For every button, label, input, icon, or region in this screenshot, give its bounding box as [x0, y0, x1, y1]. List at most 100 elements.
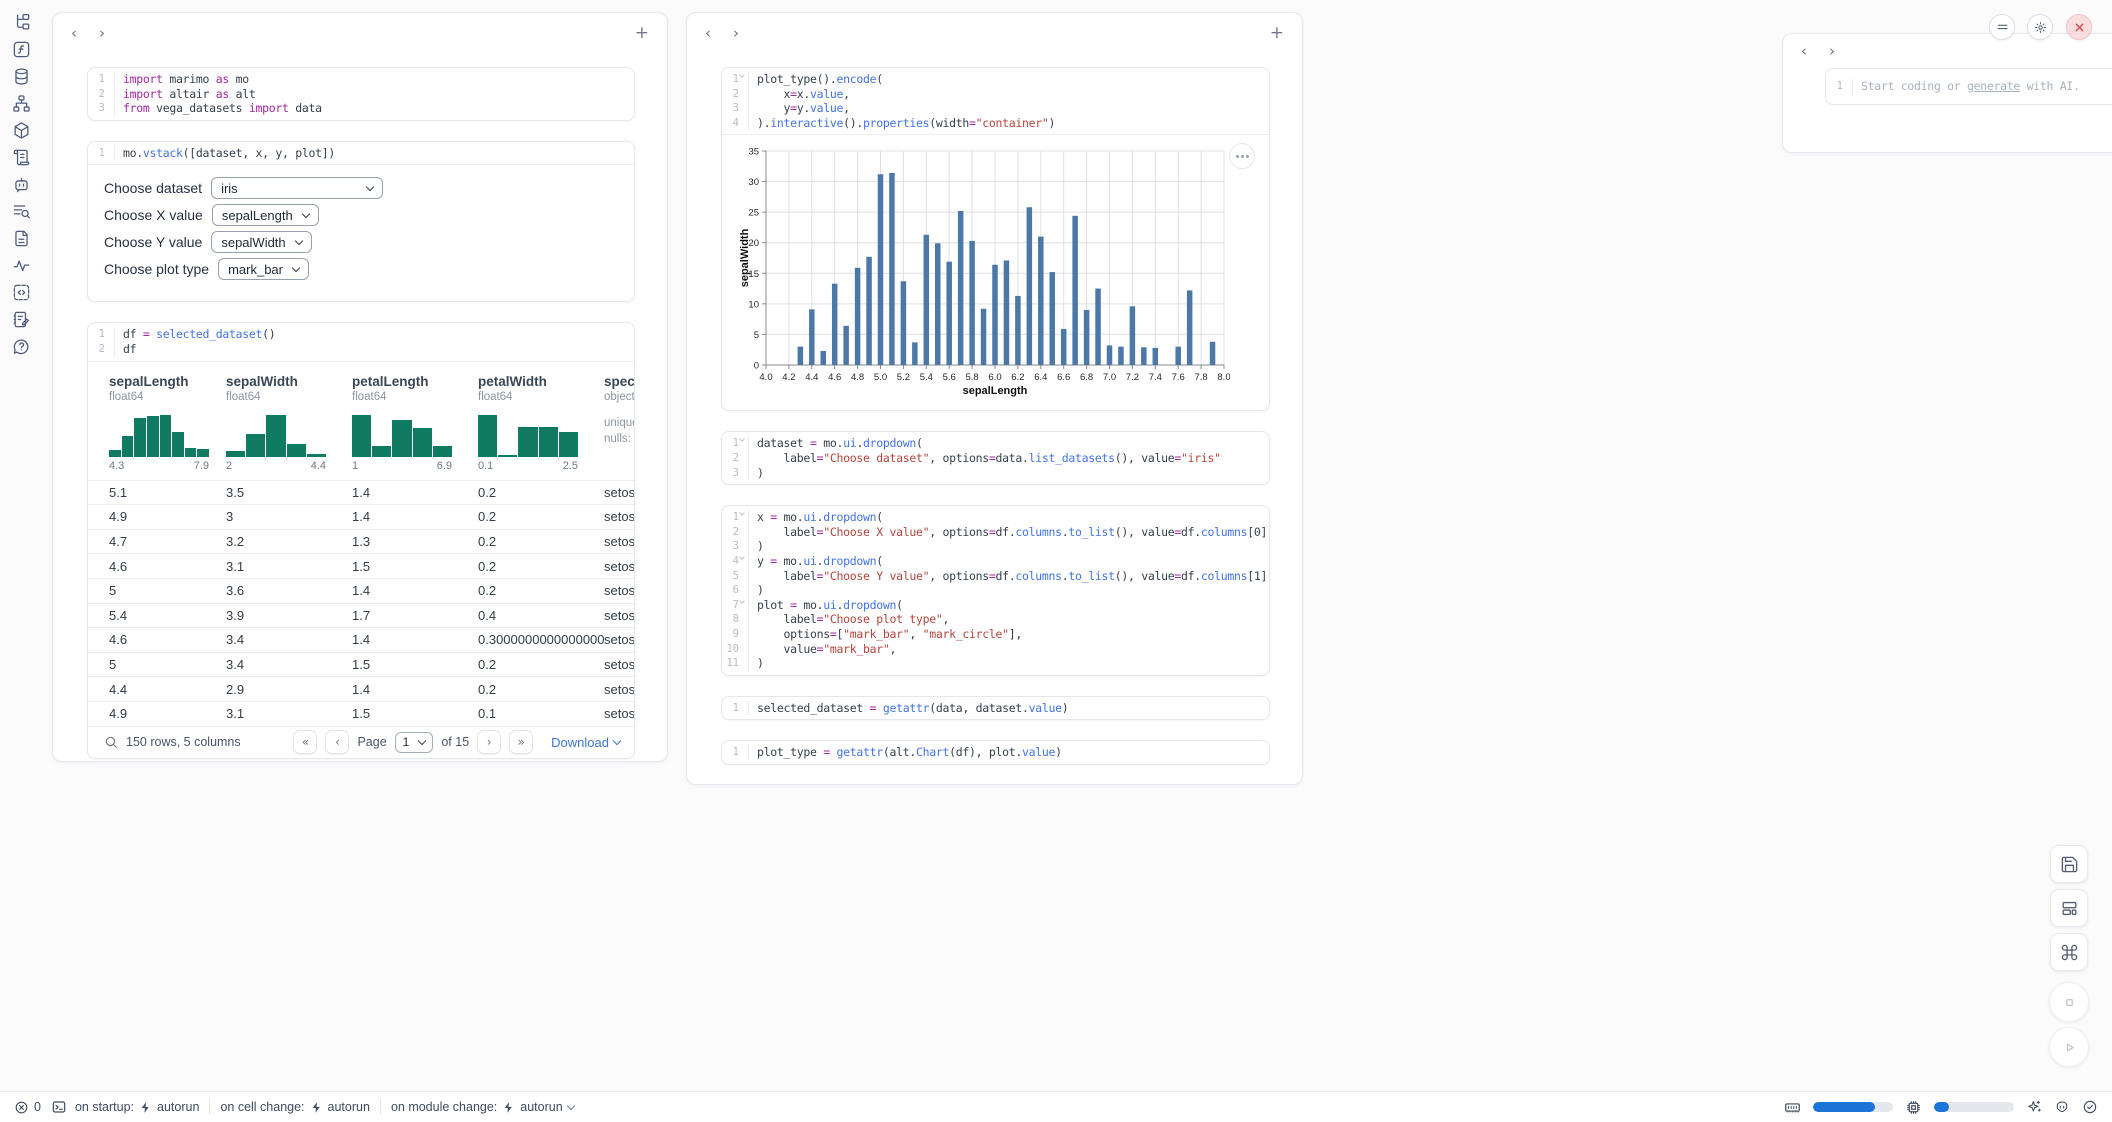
- copilot-button[interactable]: [2054, 1099, 2070, 1115]
- table-row[interactable]: 53.41.50.2setosa: [88, 652, 634, 677]
- circle-x-icon: [14, 1100, 29, 1115]
- table-row[interactable]: 5.13.51.40.2setosa: [88, 480, 634, 505]
- code-cell-selected-dataset[interactable]: 1selected_dataset = getattr(data, datase…: [721, 696, 1270, 721]
- table-row[interactable]: 53.61.40.2setosa: [88, 578, 634, 603]
- table-row[interactable]: 4.42.91.40.2setosa: [88, 676, 634, 701]
- code-cell-vstack[interactable]: 1mo.vstack([dataset, x, y, plot]) Choose…: [87, 141, 635, 303]
- connection-status-button[interactable]: [2082, 1099, 2098, 1115]
- next-page-button[interactable]: ›: [477, 730, 501, 754]
- chat-button[interactable]: [12, 175, 32, 194]
- code-cell-imports[interactable]: 123import marimo as moimport altair as a…: [87, 67, 635, 121]
- package-icon: [12, 121, 31, 140]
- datasources-button[interactable]: [12, 67, 32, 86]
- column-1-header: ‹ › +: [53, 13, 667, 53]
- collapse-chevron-icon: [739, 598, 745, 604]
- svg-text:25: 25: [748, 208, 759, 219]
- table-row[interactable]: 4.63.11.50.2setosa: [88, 553, 634, 578]
- logs-button[interactable]: [12, 148, 32, 167]
- last-page-button[interactable]: »: [509, 730, 533, 754]
- y-value-select[interactable]: sepalWidth: [211, 231, 311, 253]
- code-editor[interactable]: plot_type = getattr(alt.Chart(df), plot.…: [749, 745, 1269, 760]
- code-cell-xy-plot-dropdowns[interactable]: 1234567891011x = mo.ui.dropdown( label="…: [721, 505, 1270, 676]
- files-button[interactable]: [12, 13, 32, 32]
- code-cell-dataframe[interactable]: 12df = selected_dataset()df sepalLengthf…: [87, 322, 635, 758]
- functions-button[interactable]: [12, 40, 32, 59]
- code-cell-plot[interactable]: 1234plot_type().encode( x=x.value, y=y.v…: [721, 67, 1270, 411]
- dependencies-button[interactable]: [12, 94, 32, 113]
- lightning-bolt-icon: [139, 1101, 152, 1114]
- chevron-right-icon[interactable]: ›: [97, 26, 107, 41]
- save-button[interactable]: [2050, 845, 2088, 883]
- column-header-sepalWidth[interactable]: sepalWidthfloat6424.4: [226, 374, 352, 472]
- chevron-left-icon[interactable]: ‹: [1799, 44, 1809, 59]
- code-editor[interactable]: import marimo as moimport altair as altf…: [115, 72, 634, 116]
- page-select[interactable]: 1: [395, 732, 434, 753]
- on-cell-change-setting[interactable]: on cell change: autorun: [220, 1100, 370, 1114]
- column-header-species[interactable]: speciesobjectunique:nulls:: [604, 374, 635, 472]
- code-editor[interactable]: plot_type().encode( x=x.value, y=y.value…: [749, 72, 1269, 130]
- ai-assist-button[interactable]: [2026, 1099, 2042, 1115]
- code-editor[interactable]: dataset = mo.ui.dropdown( label="Choose …: [749, 436, 1269, 480]
- table-row[interactable]: 4.73.21.30.2setosa: [88, 529, 634, 554]
- packages-button[interactable]: [12, 121, 32, 140]
- code-editor[interactable]: mo.vstack([dataset, x, y, plot]): [115, 146, 634, 161]
- plot-type-select[interactable]: mark_bar: [218, 258, 309, 280]
- svg-text:0: 0: [754, 361, 759, 372]
- first-page-button[interactable]: «: [293, 730, 317, 754]
- scratchpad-button[interactable]: [12, 310, 32, 329]
- run-button[interactable]: [2049, 1027, 2089, 1067]
- code-cell-dataset-dropdown[interactable]: 123dataset = mo.ui.dropdown( label="Choo…: [721, 431, 1270, 485]
- tracing-button[interactable]: [12, 256, 32, 275]
- search-icon[interactable]: [104, 735, 118, 749]
- code-editor[interactable]: selected_dataset = getattr(data, dataset…: [749, 701, 1269, 716]
- add-cell-button[interactable]: +: [633, 25, 651, 42]
- column-header-sepalLength[interactable]: sepalLengthfloat644.37.9: [109, 374, 226, 472]
- table-row[interactable]: 4.931.40.2setosa: [88, 504, 634, 529]
- documentation-button[interactable]: [12, 202, 32, 221]
- code-cell-plot-type[interactable]: 1plot_type = getattr(alt.Chart(df), plot…: [721, 740, 1270, 765]
- error-indicator[interactable]: 0: [14, 1100, 41, 1115]
- on-module-change-label: on module change:: [391, 1100, 497, 1114]
- keyboard-shortcuts-button[interactable]: [2050, 933, 2088, 971]
- help-button[interactable]: [12, 337, 32, 356]
- shutdown-button[interactable]: [2066, 14, 2092, 40]
- outputs-button[interactable]: [12, 283, 32, 302]
- bar-chart[interactable]: 4.04.24.44.64.85.05.25.45.65.86.06.26.46…: [738, 143, 1261, 404]
- add-cell-button[interactable]: +: [1268, 25, 1286, 42]
- chevron-left-icon[interactable]: ‹: [703, 26, 713, 41]
- table-row[interactable]: 4.63.41.40.30000000000000004setosa: [88, 627, 634, 652]
- logs-scroll-icon: [12, 148, 31, 167]
- empty-code-cell[interactable]: 1Start coding or generate with AI.: [1825, 68, 2112, 105]
- on-startup-setting[interactable]: on startup: autorun: [75, 1100, 199, 1114]
- settings-button[interactable]: [2027, 14, 2053, 40]
- x-value-select[interactable]: sepalLength: [212, 204, 319, 226]
- collapse-chevron-icon: [739, 72, 745, 78]
- cpu-usage-meter: [1934, 1102, 2014, 1112]
- chevron-left-icon[interactable]: ‹: [69, 26, 79, 41]
- page-label: Page: [357, 735, 386, 749]
- on-module-change-setting[interactable]: on module change: autorun: [391, 1100, 574, 1114]
- terminal-button[interactable]: [51, 1099, 67, 1115]
- column-header-petalWidth[interactable]: petalWidthfloat640.12.5: [478, 374, 604, 472]
- download-button[interactable]: Download: [551, 735, 620, 750]
- svg-text:sepalLength: sepalLength: [963, 385, 1028, 397]
- dataset-select[interactable]: iris: [211, 177, 383, 199]
- code-editor[interactable]: x = mo.ui.dropdown( label="Choose X valu…: [749, 510, 1269, 671]
- layout-button[interactable]: [2050, 889, 2088, 927]
- chevron-right-icon[interactable]: ›: [731, 26, 741, 41]
- menu-button[interactable]: [1989, 14, 2015, 40]
- line-number-gutter: 1234: [722, 72, 749, 130]
- previous-page-button[interactable]: ‹: [325, 730, 349, 754]
- chevron-right-icon[interactable]: ›: [1827, 44, 1837, 59]
- code-editor[interactable]: Start coding or generate with AI.: [1853, 79, 2112, 94]
- function-square-icon: [12, 40, 31, 59]
- table-row[interactable]: 4.93.11.50.1setosa: [88, 701, 634, 726]
- stop-button[interactable]: [2049, 982, 2089, 1022]
- table-row[interactable]: 5.43.91.70.4setosa: [88, 603, 634, 628]
- lightning-bolt-icon: [502, 1101, 515, 1114]
- column-header-petalLength[interactable]: petalLengthfloat6416.9: [352, 374, 478, 472]
- play-icon: [2060, 1038, 2079, 1057]
- help-chat-icon: [12, 337, 31, 356]
- snippets-button[interactable]: [12, 229, 32, 248]
- code-editor[interactable]: df = selected_dataset()df: [115, 327, 634, 356]
